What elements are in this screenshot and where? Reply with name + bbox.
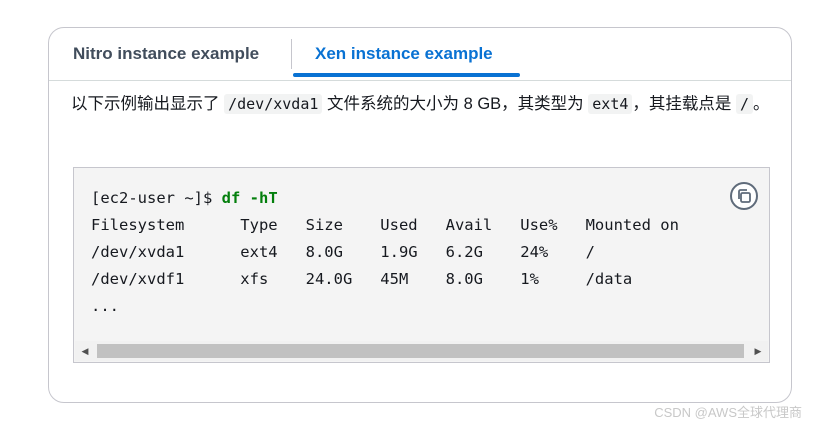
copy-button[interactable]: [730, 182, 758, 210]
type-code: ext4: [588, 94, 633, 114]
output-row: /dev/xvdf1 xfs 24.0G 45M 8.0G 1% /data: [91, 270, 633, 288]
example-card: Nitro instance example Xen instance exam…: [48, 27, 792, 403]
scroll-right-icon[interactable]: ▶: [748, 341, 768, 361]
tab-bar: Nitro instance example Xen instance exam…: [49, 28, 791, 81]
output-ellipsis: ...: [91, 297, 119, 315]
code-block: [ec2-user ~]$ df -hT Filesystem Type Size…: [73, 167, 770, 363]
mount-code: /: [736, 94, 754, 114]
description-text: 以下示例输出显示了 /dev/xvda1 文件系统的大小为 8 GB，其类型为 …: [71, 90, 775, 118]
output-header: Filesystem Type Size Used Avail Use% Mou…: [91, 216, 679, 234]
output-row: /dev/xvda1 ext4 8.0G 1.9G 6.2G 24% /: [91, 243, 595, 261]
tab-nitro-instance-example[interactable]: Nitro instance example: [73, 28, 259, 80]
shell-command: df -hT: [221, 189, 278, 207]
watermark: CSDN @AWS全球代理商: [654, 405, 802, 420]
shell-prompt: [ec2-user ~]$: [91, 189, 222, 207]
copy-icon: [738, 189, 751, 203]
code-content: [ec2-user ~]$ df -hT Filesystem Type Size…: [91, 185, 679, 320]
code-command-line: [ec2-user ~]$ df -hT: [91, 185, 679, 212]
active-tab-indicator: [293, 73, 520, 77]
scrollbar-thumb[interactable]: [97, 344, 744, 358]
description-part-4: 。: [753, 95, 770, 113]
scroll-left-icon[interactable]: ◀: [75, 341, 95, 361]
horizontal-scrollbar[interactable]: ◀ ▶: [75, 341, 768, 361]
description-part-2: 文件系统的大小为 8 GB，其类型为: [327, 95, 584, 113]
description-part-1: 以下示例输出显示了: [71, 95, 220, 113]
description-part-3: ，其挂载点是: [632, 95, 732, 113]
device-code: /dev/xvda1: [224, 94, 323, 114]
tab-divider: [291, 39, 292, 69]
